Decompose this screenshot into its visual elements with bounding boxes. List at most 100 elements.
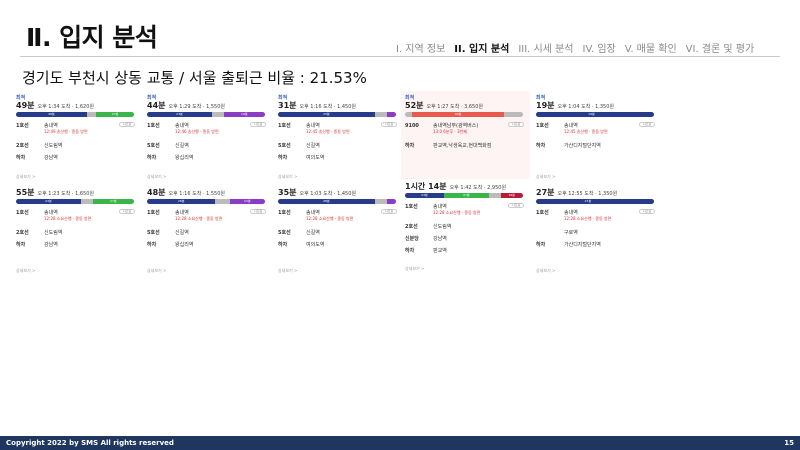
route-step: 1호선 송내역 12:45 송산행 · 종동 방면	[536, 122, 608, 135]
details-link[interactable]: 상세보기 >	[536, 174, 555, 180]
nav-item-6[interactable]: VI. 결론 및 평가	[686, 40, 755, 55]
transit-line-label: 하차	[147, 242, 157, 248]
route-duration: 19분 오후 1:04 도착 · 1,350원	[536, 101, 614, 110]
route-timeline-bar: 19분	[536, 112, 654, 117]
route-card-6[interactable]: 55분 오후 1:23 도착 · 1,650원 23분 27분 시간표 1호선 송내역 12:…	[12, 185, 141, 277]
timetable-button[interactable]: 시간표	[639, 209, 655, 214]
timeline-segment: 48분	[16, 112, 87, 117]
timeline-segment: 23분	[405, 193, 444, 198]
timetable-button[interactable]: 시간표	[250, 209, 266, 214]
route-step: 하차 왕십리역	[147, 241, 193, 248]
route-step: 5호선 신길역	[278, 142, 320, 149]
nav-item-3[interactable]: III. 시세 분석	[518, 40, 573, 55]
timeline-segment: 16분	[500, 193, 523, 198]
route-step: 1호선 송내역 12:28 소요산행 · 종동 방면	[16, 209, 91, 222]
route-card-4[interactable]: 최적 52분 오후 1:27 도착 · 3,650원 40분 시간표 9100 송내역남부(…	[401, 91, 530, 187]
timetable-button[interactable]: 시간표	[119, 122, 135, 127]
station-name: 신도림역	[44, 143, 63, 149]
timeline-segment	[639, 199, 654, 204]
route-step: 2호선 신도림역	[405, 223, 451, 230]
timeline-segment	[386, 112, 396, 117]
route-step: 하차 여의도역	[278, 154, 324, 161]
route-step: 1호선 송내역 12:28 소요산행 · 종동 방면	[278, 209, 353, 222]
route-card-9[interactable]: 1시간 14분 오후 1:42 도착 · 2,950원 23분 27분 16분 시간표 1호…	[401, 179, 530, 275]
transit-line-label: 하차	[405, 248, 415, 254]
route-step: 5호선 신길역	[147, 142, 189, 149]
route-card-1[interactable]: 최적 49분 오후 1:34 도착 · 1,620원 48분 27분 시간표 1호선 송내역 1…	[12, 91, 141, 183]
route-step: 하차 강남역	[16, 154, 58, 161]
nav-item-5[interactable]: V. 매물 확인	[625, 40, 677, 55]
transit-line-label: 1호선	[536, 123, 549, 129]
route-step: 5호선 신길역	[278, 229, 320, 236]
slide-subtitle: 경기도 부천시 상동 교통 / 서울 출퇴근 비율 : 21.53%	[22, 69, 367, 87]
departure-info: 12:28 소요산행 · 종동 방면	[564, 216, 612, 221]
route-timeline-bar: 48분 27분	[16, 112, 134, 117]
timeline-segment	[80, 199, 93, 204]
departure-info: 13:0 6분후 · 3번째	[433, 129, 467, 134]
timetable-button[interactable]: 시간표	[508, 203, 524, 208]
route-card-10[interactable]: 27분 오후 12:55 도착 · 1,350원 27분 시간표 1호선 송내역 12:28…	[532, 185, 661, 277]
timetable-button[interactable]: 시간표	[381, 122, 397, 127]
timetable-button[interactable]: 시간표	[119, 209, 135, 214]
transit-line-label: 5호선	[147, 143, 160, 149]
timeline-segment	[646, 112, 654, 117]
station-name: 강남역	[433, 236, 447, 242]
transit-line-label: 하차	[536, 242, 546, 248]
route-step: 하차 가산디지털단지역	[536, 241, 601, 248]
transit-line-label: 2호선	[16, 230, 29, 236]
route-card-5[interactable]: 최적 19분 오후 1:04 도착 · 1,350원 19분 시간표 1호선 송내역 12:4…	[532, 91, 661, 183]
details-link[interactable]: 상세보기 >	[147, 268, 166, 274]
timetable-button[interactable]: 시간표	[381, 209, 397, 214]
details-link[interactable]: 상세보기 >	[16, 174, 35, 180]
route-step: 하차 판교역,낙생육교,현대백화점	[405, 142, 491, 149]
station-name: 여의도역	[306, 155, 325, 161]
station-name: 강남역	[44, 155, 58, 161]
timetable-button[interactable]: 시간표	[250, 122, 266, 127]
details-link[interactable]: 상세보기 >	[278, 174, 297, 180]
route-card-7[interactable]: 48분 오후 1:16 도착 · 1,550원 28분 13분 시간표 1호선 송내역 12:…	[143, 185, 272, 277]
route-card-8[interactable]: 35분 오후 1:03 도착 · 1,450원 28분 시간표 1호선 송내역 12:28 …	[274, 185, 403, 277]
nav-item-2[interactable]: II. 입지 분석	[454, 40, 509, 55]
timeline-segment: 28분	[147, 199, 216, 204]
details-link[interactable]: 상세보기 >	[405, 266, 424, 272]
title-divider	[20, 56, 780, 57]
route-card-2[interactable]: 최적 44분 오후 1:29 도착 · 1,550원 23분 19분 시간표 1호선 송내역 1…	[143, 91, 272, 183]
route-step: 5호선 신길역	[147, 229, 189, 236]
station-name: 여의도역	[306, 242, 325, 248]
departure-info: 12:28 소요산행 · 종동 방면	[433, 210, 481, 215]
transit-line-label: 하차	[278, 242, 288, 248]
route-card-3[interactable]: 최적 31분 오후 1:16 도착 · 1,450원 23분 시간표 1호선 송내역 12:4…	[274, 91, 403, 183]
details-link[interactable]: 상세보기 >	[16, 268, 35, 274]
station-name: 신길역	[175, 143, 189, 149]
details-link[interactable]: 상세보기 >	[278, 268, 297, 274]
route-step: 9100 송내역남부(광역버스) 13:0 6분후 · 3번째	[405, 122, 478, 135]
route-step: 하차 가산디지털단지역	[536, 142, 601, 149]
nav-item-4[interactable]: IV. 임장	[583, 40, 616, 55]
timetable-button[interactable]: 시간표	[508, 122, 524, 127]
route-duration: 35분 오후 1:03 도착 · 1,450원	[278, 188, 356, 197]
station-name: 왕십리역	[175, 242, 194, 248]
footer-bar: Copyright 2022 by SMS All rights reserve…	[0, 436, 800, 450]
station-name: 신길역	[175, 230, 189, 236]
transit-line-label: 1호선	[16, 123, 29, 129]
nav-item-1[interactable]: I. 지역 정보	[396, 40, 445, 55]
transit-line-label: 2호선	[16, 143, 29, 149]
route-timeline-bar: 27분	[536, 199, 654, 204]
transit-line-label: 하차	[536, 143, 546, 149]
transit-line-label: 1호선	[147, 210, 160, 216]
route-step: 1호선 송내역 12:46 송산행 · 종동 방면	[147, 122, 219, 135]
transit-line-label: 1호선	[536, 210, 549, 216]
route-arrival-fare: 오후 12:55 도착 · 1,350원	[557, 191, 618, 197]
station-name: 강남역	[44, 242, 58, 248]
station-name: 신도림역	[44, 230, 63, 236]
route-step: 신분당 강남역	[405, 235, 447, 242]
route-arrival-fare: 오후 1:34 도착 · 1,620원	[37, 104, 95, 110]
timeline-segment	[374, 112, 387, 117]
details-link[interactable]: 상세보기 >	[147, 174, 166, 180]
details-link[interactable]: 상세보기 >	[536, 268, 555, 274]
timeline-segment: 13분	[229, 199, 265, 204]
copyright-text: Copyright 2022 by SMS All rights reserve…	[6, 439, 174, 447]
route-duration: 55분 오후 1:23 도착 · 1,650원	[16, 188, 94, 197]
timetable-button[interactable]: 시간표	[639, 122, 655, 127]
departure-info: 12:49 송산행 · 종동 방면	[44, 129, 88, 134]
